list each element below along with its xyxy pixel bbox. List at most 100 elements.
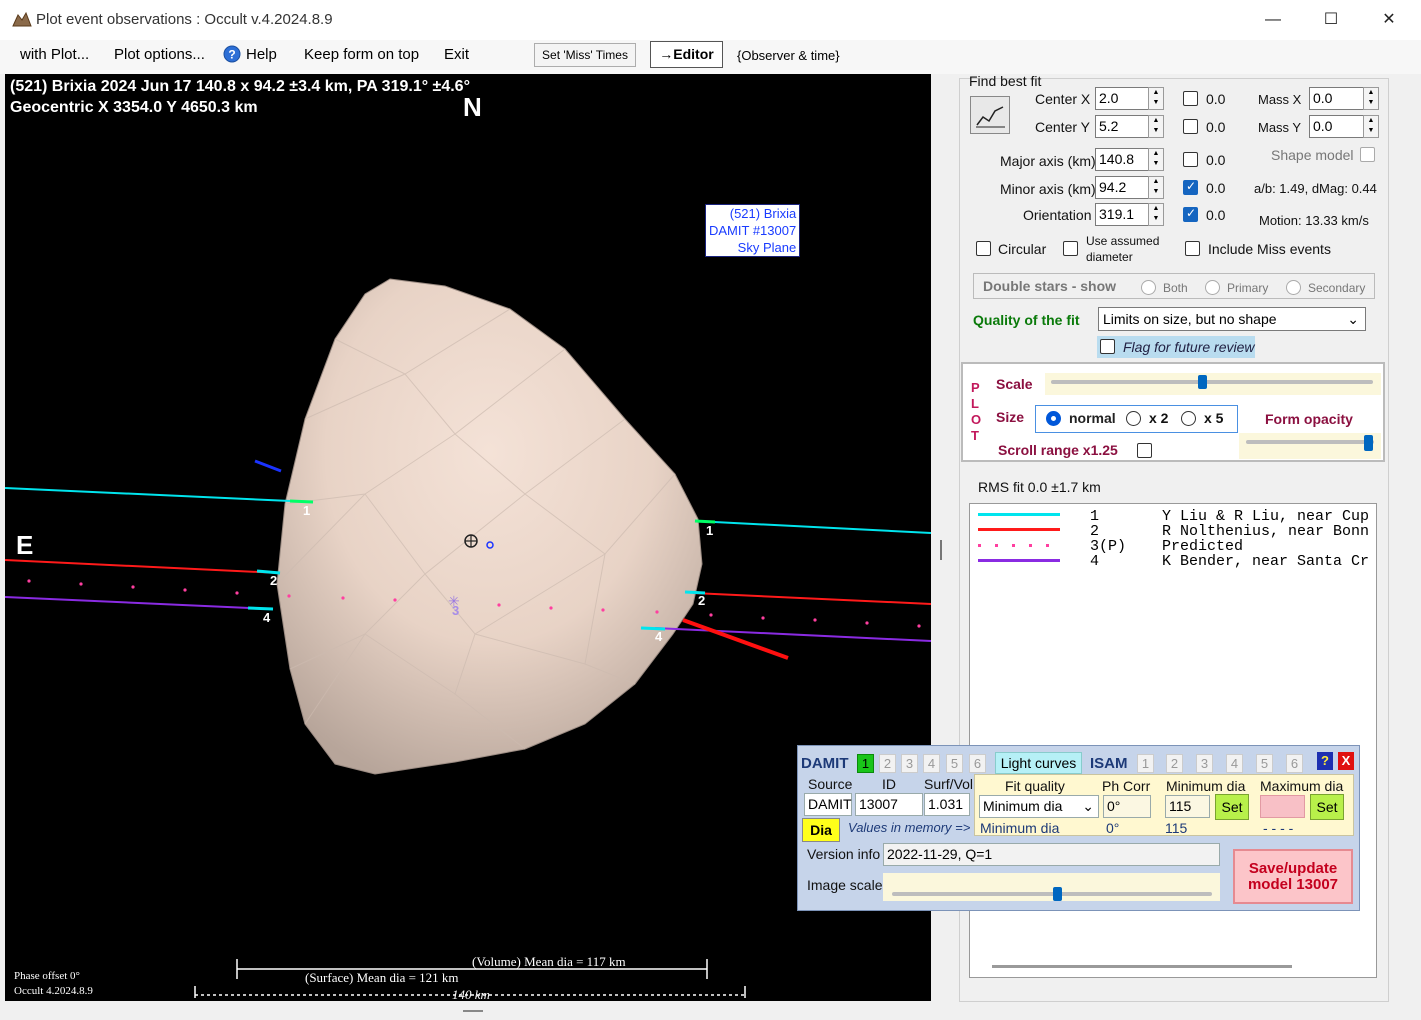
- scale-slider[interactable]: [1045, 373, 1381, 395]
- damit-help-button[interactable]: ?: [1317, 752, 1333, 770]
- fit-quality-select[interactable]: Minimum dia ⌄: [979, 795, 1099, 818]
- status-bar: [0, 1005, 1421, 1020]
- id-field[interactable]: 13007: [855, 793, 923, 816]
- set-min-button[interactable]: Set: [1215, 794, 1249, 820]
- light-curves-button[interactable]: Light curves: [995, 752, 1082, 774]
- damit-close-button[interactable]: X: [1338, 752, 1354, 770]
- chord-label-4b: 4: [655, 629, 663, 644]
- minimize-button[interactable]: —: [1250, 6, 1296, 34]
- shape-model-label: Shape model: [1271, 147, 1354, 163]
- scroll-range-checkbox[interactable]: [1137, 443, 1152, 458]
- image-scale-slider[interactable]: [883, 873, 1220, 901]
- center-y-fit-checkbox[interactable]: [1183, 119, 1198, 134]
- set-max-button[interactable]: Set: [1310, 794, 1344, 820]
- save-line-2: model 13007: [1247, 876, 1339, 893]
- scale-slider-thumb[interactable]: [1198, 375, 1207, 389]
- quality-select[interactable]: Limits on size, but no shape ⌄: [1098, 307, 1366, 331]
- center-x-fit-value: 0.0: [1206, 91, 1226, 107]
- fit-quality-value: Minimum dia: [983, 798, 1063, 814]
- editor-button[interactable]: →Editor: [650, 41, 723, 68]
- find-best-fit-button[interactable]: [970, 96, 1010, 134]
- plot-letter-l: L: [971, 396, 979, 411]
- chord-label-2a: 2: [270, 573, 278, 588]
- major-axis-fit-checkbox[interactable]: [1183, 152, 1198, 167]
- fit-quality-label: Fit quality: [1005, 778, 1065, 794]
- opacity-slider[interactable]: [1239, 433, 1381, 459]
- scroll-range-label: Scroll range x1.25: [998, 442, 1118, 458]
- flag-review-checkbox[interactable]: [1100, 339, 1115, 354]
- major-axis-spinner[interactable]: ▲ ▼: [1148, 148, 1164, 171]
- damit-tab-5[interactable]: 5: [946, 754, 963, 773]
- isam-tab-4[interactable]: 4: [1226, 754, 1243, 773]
- max-dia-field[interactable]: [1260, 795, 1305, 818]
- size-x5-radio[interactable]: [1181, 411, 1196, 426]
- both-radio[interactable]: [1141, 280, 1156, 295]
- dia-button[interactable]: Dia: [802, 818, 840, 842]
- maximize-button[interactable]: ☐: [1308, 6, 1354, 34]
- obs-row-4[interactable]: 4 K Bender, near Santa Cr: [1090, 553, 1369, 570]
- id-label: ID: [882, 776, 896, 792]
- opacity-slider-thumb[interactable]: [1364, 435, 1373, 451]
- mass-y-field[interactable]: 0.0: [1309, 115, 1365, 138]
- isam-tab-2[interactable]: 2: [1166, 754, 1183, 773]
- minor-axis-fit-checkbox[interactable]: [1183, 179, 1198, 195]
- close-button[interactable]: ✕: [1366, 6, 1412, 34]
- damit-tab-6[interactable]: 6: [969, 754, 986, 773]
- ph-corr-label: Ph Corr: [1102, 778, 1151, 794]
- primary-radio[interactable]: [1205, 280, 1220, 295]
- chart-fit-icon: [976, 106, 1005, 128]
- ph-corr-field[interactable]: 0°: [1103, 795, 1151, 818]
- damit-panel: DAMIT 1 2 3 4 5 6 Light curves ISAM 1 2 …: [797, 745, 1360, 911]
- size-x2-radio[interactable]: [1126, 411, 1141, 426]
- image-scale-slider-thumb[interactable]: [1053, 887, 1062, 901]
- plot-letter-o: O: [971, 412, 982, 427]
- save-update-model-button[interactable]: Save/update model 13007: [1233, 849, 1353, 904]
- chord-label-3: 3: [452, 603, 460, 618]
- version-info-field[interactable]: 2022-11-29, Q=1: [883, 843, 1220, 866]
- observer-time-menu[interactable]: {Observer & time}: [737, 48, 840, 63]
- help-icon[interactable]: ?: [223, 45, 241, 63]
- isam-tab-5[interactable]: 5: [1256, 754, 1273, 773]
- center-y-spinner[interactable]: ▲ ▼: [1148, 115, 1164, 138]
- use-assumed-label: Use assumed: [1086, 234, 1160, 248]
- menu-plot-options[interactable]: Plot options...: [114, 46, 205, 63]
- isam-tab-6[interactable]: 6: [1286, 754, 1303, 773]
- source-field[interactable]: DAMIT: [804, 793, 852, 816]
- damit-tab-3[interactable]: 3: [901, 754, 918, 773]
- chord-line-4b: [654, 627, 931, 642]
- orientation-fit-checkbox[interactable]: [1183, 206, 1198, 222]
- min-dia-label: Minimum dia: [1166, 778, 1246, 794]
- center-x-spinner[interactable]: ▲ ▼: [1148, 87, 1164, 110]
- surf-vol-field[interactable]: 1.031: [924, 793, 970, 816]
- damit-tab-2[interactable]: 2: [879, 754, 896, 773]
- size-normal-radio[interactable]: [1046, 411, 1061, 426]
- include-miss-checkbox[interactable]: [1185, 241, 1200, 256]
- set-miss-times-button[interactable]: Set 'Miss' Times: [534, 43, 636, 67]
- mass-x-field[interactable]: 0.0: [1309, 87, 1365, 110]
- isam-tab-3[interactable]: 3: [1196, 754, 1213, 773]
- splitter-handle[interactable]: [940, 540, 942, 560]
- secondary-radio[interactable]: [1286, 280, 1301, 295]
- minor-axis-spinner[interactable]: ▲ ▼: [1148, 176, 1164, 199]
- list-horizontal-scrollbar[interactable]: [992, 965, 1292, 968]
- circular-checkbox[interactable]: [976, 241, 991, 256]
- mass-y-spinner[interactable]: ▲ ▼: [1363, 115, 1379, 138]
- orientation-spinner[interactable]: ▲ ▼: [1148, 203, 1164, 226]
- size-normal-label: normal: [1069, 410, 1116, 426]
- form-opacity-label: Form opacity: [1265, 411, 1353, 427]
- menu-keep-on-top[interactable]: Keep form on top: [304, 46, 419, 63]
- resize-grip[interactable]: [463, 1010, 483, 1012]
- plot-area[interactable]: ✳ (521) Brixia 2024 Jun 17 140.8 x 94.2 …: [5, 74, 931, 1001]
- damit-tab-1[interactable]: 1: [857, 754, 874, 773]
- min-dia-field[interactable]: 115: [1165, 795, 1210, 818]
- major-axis-fit-value: 0.0: [1206, 152, 1226, 168]
- isam-tab-1[interactable]: 1: [1137, 754, 1154, 773]
- damit-tab-4[interactable]: 4: [923, 754, 940, 773]
- shape-model-checkbox[interactable]: [1360, 147, 1375, 162]
- center-x-fit-checkbox[interactable]: [1183, 91, 1198, 106]
- menu-exit[interactable]: Exit: [444, 46, 469, 63]
- mass-x-spinner[interactable]: ▲ ▼: [1363, 87, 1379, 110]
- use-assumed-diameter-checkbox[interactable]: [1063, 241, 1078, 256]
- menu-help[interactable]: Help: [246, 46, 277, 63]
- menu-with-plot[interactable]: with Plot...: [20, 46, 89, 63]
